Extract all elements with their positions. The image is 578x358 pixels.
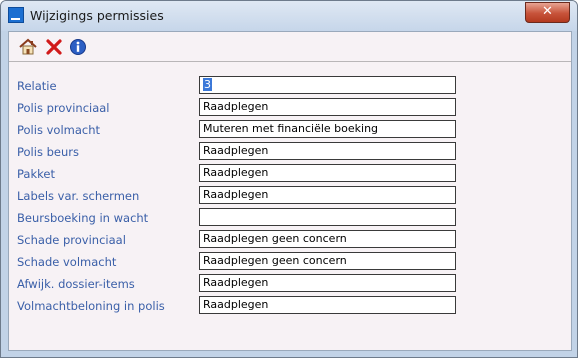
field-label: Schade volmacht — [17, 255, 117, 269]
field-label: Pakket — [17, 167, 55, 181]
field-label: Beursboeking in wacht — [17, 211, 149, 225]
field-label: Polis volmacht — [17, 123, 101, 137]
field-label: Relatie — [17, 79, 57, 93]
schade-volmacht-input[interactable]: Raadplegen geen concern — [199, 252, 456, 270]
form-row-schade-volmacht: Schade volmacht Raadplegen geen concern — [9, 252, 571, 272]
polis-beurs-input[interactable]: Raadplegen — [199, 142, 456, 160]
polis-volmacht-input[interactable]: Muteren met financiële boeking — [199, 120, 456, 138]
form-row-afwijk-dossier-items: Afwijk. dossier-items Raadplegen — [9, 274, 571, 294]
afwijk-dossier-items-input[interactable]: Raadplegen — [199, 274, 456, 292]
form-row-polis-provinciaal: Polis provinciaal Raadplegen — [9, 98, 571, 118]
beursboeking-in-wacht-input[interactable] — [199, 208, 456, 226]
relatie-input[interactable]: 3 — [199, 76, 456, 94]
field-label: Afwijk. dossier-items — [17, 277, 135, 291]
field-label: Polis beurs — [17, 145, 79, 159]
window-close-button[interactable]: ✕ — [525, 2, 570, 23]
form-row-volmachtbeloning-in-polis: Volmachtbeloning in polis Raadplegen — [9, 296, 571, 316]
form-row-beursboeking-in-wacht: Beursboeking in wacht — [9, 208, 571, 228]
field-label: Labels var. schermen — [17, 189, 140, 203]
form-row-polis-volmacht: Polis volmacht Muteren met financiële bo… — [9, 120, 571, 140]
field-label: Schade provinciaal — [17, 233, 126, 247]
schade-provinciaal-input[interactable]: Raadplegen geen concern — [199, 230, 456, 248]
form-row-labels-var-schermen: Labels var. schermen Raadplegen — [9, 186, 571, 206]
info-icon[interactable] — [69, 38, 87, 56]
app-icon — [8, 7, 24, 23]
home-icon[interactable] — [19, 38, 37, 56]
window-title: Wijzigings permissies — [30, 8, 164, 23]
dialog-window: Wijzigings permissies ✕ Relatie 3 Polis … — [0, 0, 578, 358]
close-icon[interactable] — [45, 38, 63, 56]
form-row-relatie: Relatie 3 — [9, 76, 571, 96]
pakket-input[interactable]: Raadplegen — [199, 164, 456, 182]
volmachtbeloning-in-polis-input[interactable]: Raadplegen — [199, 296, 456, 314]
form-row-polis-beurs: Polis beurs Raadplegen — [9, 142, 571, 162]
title-bar[interactable]: Wijzigings permissies ✕ — [1, 1, 577, 31]
dialog-content: Relatie 3 Polis provinciaal Raadplegen P… — [8, 31, 572, 351]
selected-text: 3 — [203, 78, 212, 91]
field-label: Polis provinciaal — [17, 101, 110, 115]
field-label: Volmachtbeloning in polis — [17, 299, 165, 313]
form-row-schade-provinciaal: Schade provinciaal Raadplegen geen conce… — [9, 230, 571, 250]
polis-provinciaal-input[interactable]: Raadplegen — [199, 98, 456, 116]
form-row-pakket: Pakket Raadplegen — [9, 164, 571, 184]
labels-var-schermen-input[interactable]: Raadplegen — [199, 186, 456, 204]
toolbar — [9, 32, 571, 62]
